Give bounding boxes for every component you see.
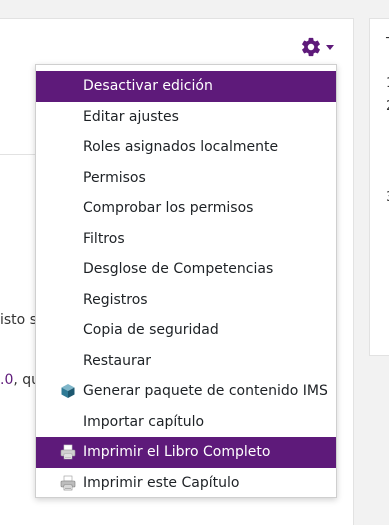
- print-chapter-icon: [60, 475, 76, 491]
- menu-item-label: Imprimir el Libro Completo: [83, 444, 271, 461]
- content-divider: [0, 154, 36, 155]
- menu-item-label: Imprimir este Capítulo: [83, 474, 240, 491]
- actions-menu-toggle[interactable]: [300, 35, 342, 59]
- print-book-icon: [60, 444, 76, 460]
- menu-item-competency-breakdown[interactable]: Desglose de Competencias: [36, 254, 336, 285]
- menu-item-label: Restaurar: [83, 352, 152, 369]
- menu-item-label: Desglose de Competencias: [83, 261, 274, 278]
- menu-item-import-chapter[interactable]: Importar capítulo: [36, 407, 336, 438]
- menu-item-label: Editar ajustes: [83, 108, 179, 125]
- menu-item-label: Registros: [83, 291, 148, 308]
- menu-item-filters[interactable]: Filtros: [36, 224, 336, 255]
- partial-body-text: isto s: [0, 312, 37, 328]
- menu-item-turn-editing-off[interactable]: Desactivar edición: [36, 71, 336, 102]
- page: isto s .0, qu T 1 2 3 Desactivar edición…: [0, 0, 389, 525]
- chevron-down-icon: [326, 44, 334, 50]
- menu-item-backup[interactable]: Copia de seguridad: [36, 315, 336, 346]
- partial-link[interactable]: .0: [0, 372, 13, 388]
- menu-item-print-whole-book[interactable]: Imprimir el Libro Completo: [36, 437, 336, 468]
- menu-item-label: Permisos: [83, 169, 146, 186]
- menu-item-check-permissions[interactable]: Comprobar los permisos: [36, 193, 336, 224]
- menu-item-label: Comprobar los permisos: [83, 200, 254, 217]
- menu-item-local-roles[interactable]: Roles asignados localmente: [36, 132, 336, 163]
- menu-item-print-this-chapter[interactable]: Imprimir este Capítulo: [36, 468, 336, 499]
- menu-item-permissions[interactable]: Permisos: [36, 163, 336, 194]
- ims-package-icon: [60, 383, 76, 399]
- menu-item-label: Copia de seguridad: [83, 322, 219, 339]
- menu-item-logs[interactable]: Registros: [36, 285, 336, 316]
- menu-item-generate-ims-package[interactable]: Generar paquete de contenido IMS: [36, 376, 336, 407]
- menu-item-edit-settings[interactable]: Editar ajustes: [36, 102, 336, 133]
- menu-item-label: Importar capítulo: [83, 413, 205, 430]
- menu-item-label: Roles asignados localmente: [83, 139, 279, 156]
- menu-item-label: Generar paquete de contenido IMS: [83, 383, 328, 400]
- menu-item-label: Filtros: [83, 230, 125, 247]
- menu-item-label: Desactivar edición: [83, 78, 213, 95]
- actions-dropdown-menu: Desactivar edición Editar ajustes Roles …: [35, 64, 337, 498]
- menu-item-restore[interactable]: Restaurar: [36, 346, 336, 377]
- gear-icon: [300, 36, 322, 58]
- side-block: [369, 18, 389, 356]
